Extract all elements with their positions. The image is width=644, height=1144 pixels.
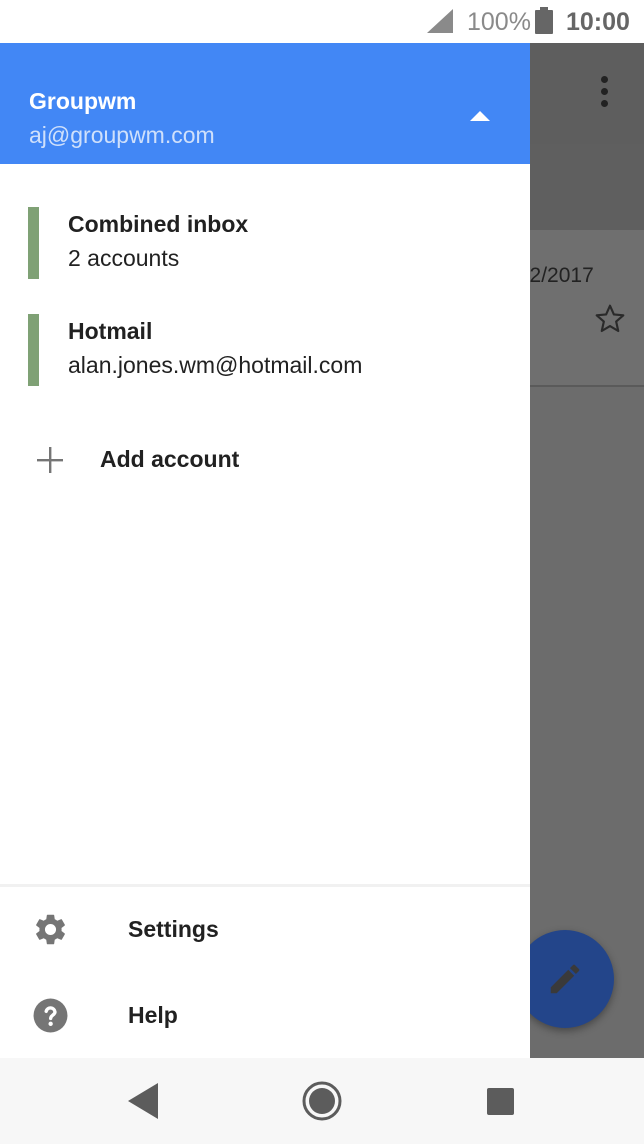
home-icon[interactable]	[301, 1080, 343, 1122]
drawer-header[interactable]: Groupwm aj@groupwm.com	[0, 43, 530, 164]
plus-icon	[37, 447, 63, 473]
navigation-drawer: Groupwm aj@groupwm.com Combined inbox 2 …	[0, 43, 530, 1058]
account-item-title: Combined inbox	[68, 211, 249, 237]
help-icon	[33, 998, 68, 1033]
gear-icon	[36, 914, 65, 945]
account-item-combined-inbox[interactable]: Combined inbox 2 accounts	[0, 207, 530, 287]
more-vert-icon[interactable]	[595, 76, 615, 110]
account-item-title: Hotmail	[68, 318, 153, 344]
battery-icon	[535, 7, 553, 34]
settings-menu-item[interactable]: Settings	[0, 899, 530, 965]
star-outline-icon[interactable]	[594, 303, 626, 335]
account-email: aj@groupwm.com	[29, 122, 215, 148]
account-item-subtitle: 2 accounts	[68, 245, 180, 271]
account-item-hotmail[interactable]: Hotmail alan.jones.wm@hotmail.com	[0, 314, 530, 394]
signal-icon	[427, 9, 453, 33]
add-account-label: Add account	[100, 446, 240, 472]
back-icon[interactable]	[128, 1083, 158, 1119]
account-color-bar	[28, 314, 39, 386]
account-name: Groupwm	[29, 88, 137, 114]
settings-label: Settings	[128, 916, 219, 942]
help-menu-item[interactable]: Help	[0, 985, 530, 1051]
account-item-subtitle: alan.jones.wm@hotmail.com	[68, 352, 363, 378]
help-label: Help	[128, 1002, 178, 1028]
edit-icon	[550, 964, 580, 994]
status-time: 10:00	[566, 8, 630, 36]
status-bar: 100% 10:00	[0, 0, 644, 43]
account-color-bar	[28, 207, 39, 279]
drawer-divider	[0, 884, 530, 887]
system-nav-bar	[0, 1058, 644, 1144]
recents-icon[interactable]	[487, 1088, 514, 1115]
add-account-button[interactable]: Add account	[0, 438, 530, 486]
battery-percent: 100%	[467, 8, 531, 36]
arrow-up-icon[interactable]	[470, 109, 490, 121]
compose-button[interactable]	[516, 930, 614, 1028]
